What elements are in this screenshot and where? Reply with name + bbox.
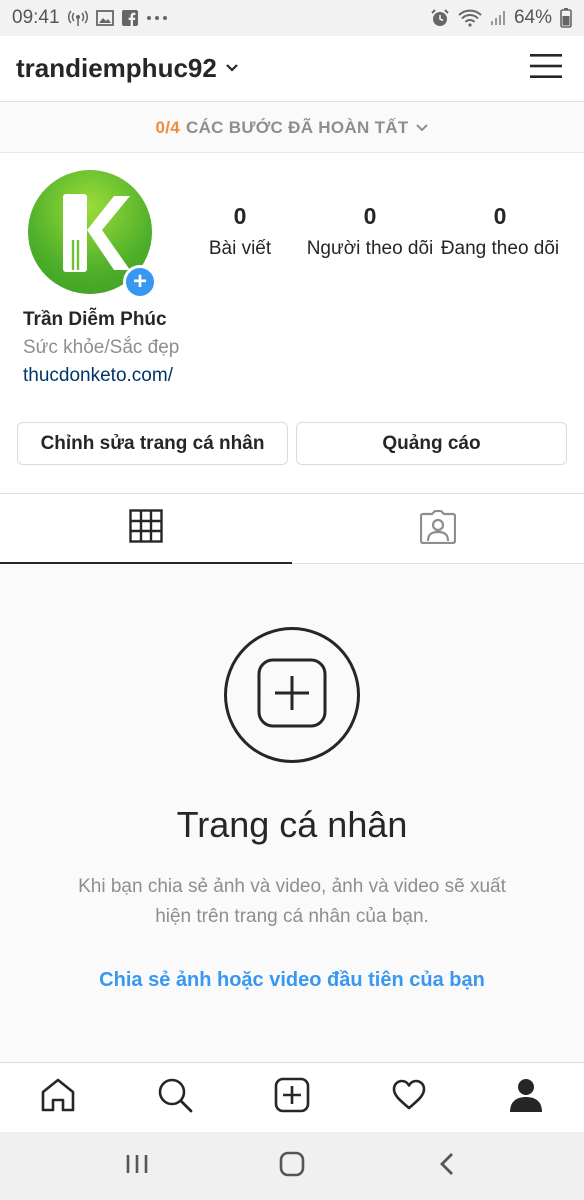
nav-profile[interactable] bbox=[496, 1068, 556, 1128]
profile-header: trandiemphuc92 bbox=[0, 36, 584, 102]
share-first-post-link[interactable]: Chia sẻ ảnh hoặc video đầu tiên của bạn bbox=[0, 969, 584, 992]
add-story-plus-icon[interactable]: + bbox=[123, 265, 157, 299]
stat-label: Người theo dõi bbox=[306, 238, 434, 259]
more-dots-icon bbox=[146, 15, 168, 21]
alarm-icon bbox=[430, 8, 450, 28]
profile-tabs bbox=[0, 493, 584, 564]
system-navigation-bar bbox=[0, 1132, 584, 1200]
hamburger-icon[interactable] bbox=[524, 47, 568, 90]
nav-activity[interactable] bbox=[379, 1068, 439, 1128]
search-icon bbox=[157, 1077, 193, 1118]
stat-followers[interactable]: 0 Người theo dõi bbox=[305, 203, 435, 260]
steps-label: CÁC BƯỚC ĐÃ HOÀN TẤT bbox=[186, 117, 409, 137]
add-content-circle[interactable] bbox=[224, 627, 360, 763]
empty-state: Trang cá nhân Khi bạn chia sẻ ảnh và vid… bbox=[0, 564, 584, 1062]
profile-icon bbox=[509, 1077, 543, 1118]
add-post-icon bbox=[274, 1077, 310, 1118]
chevron-down-icon bbox=[415, 118, 429, 138]
signal-broadcast-icon bbox=[67, 9, 88, 27]
stat-label: Bài viết bbox=[208, 238, 272, 259]
empty-state-title: Trang cá nhân bbox=[176, 804, 408, 845]
profile-category: Sức khỏe/Sắc đẹp bbox=[23, 337, 180, 358]
empty-state-description: Khi bạn chia sẻ ảnh và video, ảnh và vid… bbox=[78, 876, 506, 927]
wifi-icon bbox=[458, 9, 482, 27]
status-bar: 09:41 64% bbox=[0, 0, 584, 36]
home-button-icon bbox=[279, 1151, 305, 1182]
grid-icon bbox=[129, 508, 163, 548]
stat-posts[interactable]: 0 Bài viết bbox=[175, 203, 305, 260]
recent-apps-icon bbox=[125, 1153, 149, 1180]
tagged-portrait-icon bbox=[419, 509, 457, 549]
recent-apps-button[interactable] bbox=[107, 1136, 167, 1196]
stat-value: 0 bbox=[493, 203, 507, 229]
nav-new-post[interactable] bbox=[262, 1068, 322, 1128]
system-home-button[interactable] bbox=[262, 1136, 322, 1196]
promote-button[interactable]: Quảng cáo bbox=[296, 422, 567, 465]
nav-home[interactable] bbox=[28, 1068, 88, 1128]
username: trandiemphuc92 bbox=[16, 53, 217, 83]
tab-tagged[interactable] bbox=[292, 494, 584, 564]
stat-label: Đang theo dõi bbox=[440, 238, 560, 259]
status-bar-left: 09:41 bbox=[12, 7, 168, 29]
stat-value: 0 bbox=[363, 203, 377, 229]
facebook-icon bbox=[121, 10, 138, 26]
status-bar-right: 64% bbox=[430, 7, 572, 29]
system-back-button[interactable] bbox=[417, 1136, 477, 1196]
image-icon bbox=[95, 10, 114, 26]
chevron-down-icon bbox=[225, 60, 239, 78]
edit-profile-button[interactable]: Chỉnh sửa trang cá nhân bbox=[17, 422, 288, 465]
steps-completed-banner[interactable]: 0/4 CÁC BƯỚC ĐÃ HOÀN TẤT bbox=[0, 103, 584, 153]
steps-count: 0/4 bbox=[155, 117, 180, 137]
heart-icon bbox=[391, 1079, 427, 1116]
back-icon bbox=[439, 1152, 455, 1181]
profile-section: + 0 Bài viết 0 Người theo dõi 0 Đang the… bbox=[0, 153, 584, 493]
clock-time: 09:41 bbox=[12, 7, 60, 28]
tab-grid[interactable] bbox=[0, 494, 292, 564]
battery-icon bbox=[560, 8, 572, 28]
bottom-navigation bbox=[0, 1062, 584, 1132]
stat-following[interactable]: 0 Đang theo dõi bbox=[435, 203, 565, 260]
add-post-icon bbox=[257, 658, 327, 733]
battery-percent: 64% bbox=[513, 7, 552, 28]
home-icon bbox=[40, 1078, 76, 1117]
account-switcher[interactable]: trandiemphuc92 bbox=[16, 53, 239, 84]
cell-signal-icon bbox=[490, 10, 506, 26]
profile-website-link[interactable]: thucdonketo.com/ bbox=[23, 365, 173, 387]
stat-value: 0 bbox=[233, 203, 247, 229]
profile-full-name: Trần Diễm Phúc bbox=[23, 309, 167, 330]
nav-search[interactable] bbox=[145, 1068, 205, 1128]
